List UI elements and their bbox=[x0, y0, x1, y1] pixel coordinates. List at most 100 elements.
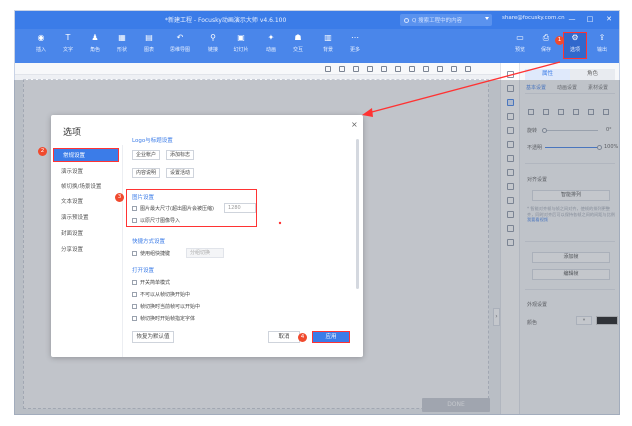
copy-icon[interactable] bbox=[367, 66, 373, 72]
tab-properties[interactable]: 属性 bbox=[525, 69, 570, 80]
sidebar-item-presentation[interactable]: 演示设置 bbox=[61, 167, 121, 175]
enterprise-account-button[interactable]: 企业帐户 bbox=[132, 150, 161, 160]
export-icon: ⇪ bbox=[598, 33, 606, 42]
window-title: *新建工程 - Focusky动画演示大师 v4.6.100 bbox=[165, 17, 287, 24]
search-placeholder: Q 搜索工程中的内容 bbox=[412, 18, 463, 24]
link-icon: ⚲ bbox=[210, 33, 216, 42]
checkbox-icon[interactable] bbox=[132, 218, 137, 223]
sidebar-item-transition[interactable]: 帧切换/场景设置 bbox=[61, 182, 121, 190]
restore-defaults-button[interactable]: 恢复为默认值 bbox=[132, 331, 174, 343]
distribute-icon[interactable] bbox=[339, 66, 345, 72]
open-section-title: 打开设置 bbox=[132, 268, 155, 274]
layer-icon[interactable] bbox=[353, 66, 359, 72]
max-image-size-option[interactable]: 图片最大尺寸(超出图片会被压缩) bbox=[132, 205, 214, 212]
search-box[interactable]: Q 搜索工程中的内容 bbox=[400, 14, 492, 26]
tool-label: 图表 bbox=[143, 47, 154, 53]
content-description-button[interactable]: 内容说明 bbox=[132, 168, 161, 178]
tool-label: 保存 bbox=[540, 47, 551, 53]
more-tool-button[interactable]: ⋯ 更多 bbox=[343, 33, 367, 53]
image-section-title: 图片设置 bbox=[132, 195, 155, 201]
shape-tool-button[interactable]: ▦ 形状 bbox=[110, 33, 134, 53]
tab-roles[interactable]: 角色 bbox=[570, 69, 615, 80]
options-dialog: 选项 × 常规设置 演示设置 帧切换/场景设置 文本设置 演示预设置 封面设置 … bbox=[38, 115, 363, 357]
align-icon[interactable] bbox=[325, 66, 331, 72]
step-badge-4: 4 bbox=[298, 333, 307, 342]
mindmap-tool-button[interactable]: ↶ 思维导图 bbox=[168, 33, 192, 53]
add-logo-button[interactable]: 添加标志 bbox=[166, 150, 195, 160]
tool-label: 动画 bbox=[265, 47, 276, 53]
preview-icon: ▭ bbox=[516, 33, 524, 42]
tool-label: 选项 bbox=[569, 47, 580, 53]
frame-list-icon[interactable] bbox=[507, 71, 514, 78]
sidebar-item-cover[interactable]: 封面设置 bbox=[61, 229, 121, 237]
maximize-button[interactable]: □ bbox=[584, 14, 596, 25]
ungroup-icon[interactable] bbox=[395, 66, 401, 72]
sidebar-item-text[interactable]: 文本设置 bbox=[61, 197, 121, 205]
checkbox-icon[interactable] bbox=[132, 316, 137, 321]
lock-icon[interactable] bbox=[409, 66, 415, 72]
step-badge-3: 3 bbox=[115, 193, 124, 202]
interaction-icon: ☗ bbox=[294, 33, 302, 42]
zoom-icon[interactable] bbox=[465, 66, 471, 72]
link-tool-button[interactable]: ⚲ 链接 bbox=[201, 33, 225, 53]
fill-icon[interactable] bbox=[423, 66, 429, 72]
close-window-button[interactable]: ✕ bbox=[603, 14, 615, 25]
close-icon[interactable]: × bbox=[351, 120, 358, 129]
sidebar-item-share[interactable]: 分享设置 bbox=[61, 245, 121, 253]
search-dropdown-icon[interactable] bbox=[485, 17, 489, 20]
dialog-sidebar: 常规设置 演示设置 帧切换/场景设置 文本设置 演示预设置 封面设置 分享设置 bbox=[51, 145, 123, 357]
save-tool-button[interactable]: ⎙ 保存 bbox=[534, 33, 558, 53]
apply-button[interactable]: 应用 bbox=[312, 331, 350, 343]
open-option-2[interactable]: 不可以从帧切换开始中 bbox=[132, 291, 190, 298]
options-tool-button[interactable]: ⚙ 选项 bbox=[563, 32, 587, 59]
chart-tool-button[interactable]: ▤ 图表 bbox=[137, 33, 161, 53]
group-icon[interactable] bbox=[381, 66, 387, 72]
checkbox-icon[interactable] bbox=[132, 251, 137, 256]
canvas-toolbar bbox=[15, 63, 500, 75]
search-icon bbox=[404, 18, 409, 23]
background-icon: ▥ bbox=[324, 33, 332, 42]
role-tool-button[interactable]: ♟ 角色 bbox=[83, 33, 107, 53]
dialog-scrollbar[interactable] bbox=[356, 139, 359, 289]
open-option-3[interactable]: 帧切换时当前帧可以开始中 bbox=[132, 303, 200, 310]
title-bar: *新建工程 - Focusky动画演示大师 v4.6.100 Q 搜索工程中的内… bbox=[15, 11, 619, 29]
option-label: 以原尺寸图像导入 bbox=[140, 218, 181, 224]
checkbox-icon[interactable] bbox=[132, 304, 137, 309]
sidebar-item-preset[interactable]: 演示预设置 bbox=[61, 213, 121, 221]
tool-label: 文字 bbox=[62, 47, 73, 53]
tool-label: 更多 bbox=[349, 47, 360, 53]
text-tool-button[interactable]: T 文字 bbox=[56, 33, 80, 53]
role-icon: ♟ bbox=[91, 33, 99, 42]
checkbox-icon[interactable] bbox=[132, 280, 137, 285]
cancel-button[interactable]: 取消 bbox=[268, 331, 300, 343]
background-tool-button[interactable]: ▥ 背景 bbox=[316, 33, 340, 53]
checkbox-icon[interactable] bbox=[132, 292, 137, 297]
export-tool-button[interactable]: ⇪ 输出 bbox=[590, 33, 614, 53]
interaction-tool-button[interactable]: ☗ 交互 bbox=[286, 33, 310, 53]
option-label: 不可以从帧切换开始中 bbox=[140, 292, 191, 298]
crop-icon[interactable] bbox=[437, 66, 443, 72]
dialog-title: 选项 bbox=[63, 128, 82, 138]
text-icon: T bbox=[65, 33, 71, 42]
animation-tool-button[interactable]: ✦ 动画 bbox=[259, 33, 283, 53]
max-image-size-input[interactable]: 1280 bbox=[224, 203, 256, 213]
minimize-button[interactable]: — bbox=[566, 14, 578, 25]
preview-tool-button[interactable]: ▭ 预览 bbox=[508, 33, 532, 53]
user-account[interactable]: share@focusky.com.cn bbox=[502, 15, 565, 21]
grid-icon[interactable] bbox=[451, 66, 457, 72]
hotkey-input[interactable]: 分组切换 bbox=[186, 248, 224, 258]
import-original-size-option[interactable]: 以原尺寸图像导入 bbox=[132, 217, 180, 224]
step-badge-2: 2 bbox=[38, 147, 47, 156]
open-option-1[interactable]: 开关简单模式 bbox=[132, 279, 170, 286]
more-icon: ⋯ bbox=[351, 33, 359, 42]
option-label: 帧切换时开始帧指定字体 bbox=[140, 316, 196, 322]
open-option-4[interactable]: 帧切换时开始帧指定字体 bbox=[132, 315, 195, 322]
sidebar-item-general[interactable]: 常规设置 bbox=[53, 148, 119, 162]
checkbox-icon[interactable] bbox=[132, 206, 137, 211]
mindmap-icon: ↶ bbox=[176, 33, 184, 42]
insert-tool-button[interactable]: ◉ 插入 bbox=[29, 33, 53, 53]
slide-tool-button[interactable]: ▣ 幻灯片 bbox=[229, 33, 253, 53]
option-label: 图片最大尺寸(超出图片会被压缩) bbox=[140, 206, 214, 212]
use-hotkey-option[interactable]: 使用组快捷键 bbox=[132, 250, 170, 257]
set-activity-button[interactable]: 设置活动 bbox=[166, 168, 195, 178]
